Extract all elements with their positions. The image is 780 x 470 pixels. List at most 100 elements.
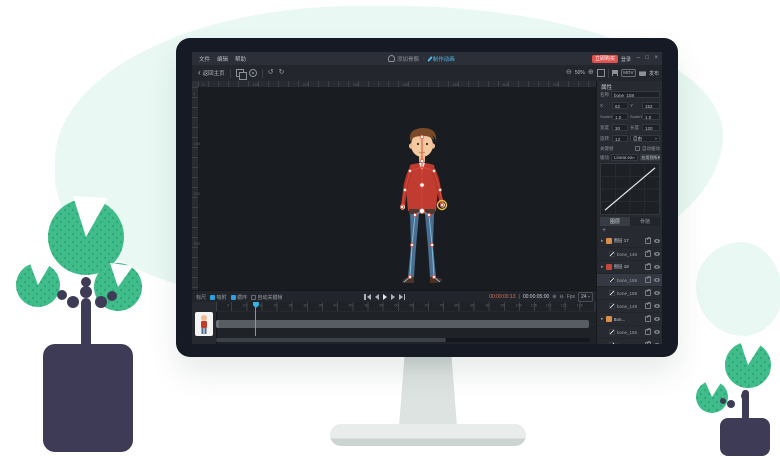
auto-keyframe-toggle[interactable]: 自动关键帧 — [251, 294, 283, 301]
scaley-field[interactable]: 1.0 — [642, 113, 660, 120]
frame-label: 95 — [500, 304, 504, 308]
apply-all-frames-button[interactable]: 应用到所有帧 — [640, 154, 660, 161]
timeline-scrollbar[interactable] — [216, 338, 590, 342]
layer-row[interactable]: ▸ 图层 17 — [597, 235, 662, 248]
layer-row[interactable]: bone_155 — [597, 326, 662, 339]
undo-icon[interactable]: ↺ — [268, 69, 274, 77]
eye-icon[interactable] — [654, 291, 660, 295]
ruler-label: 100 — [253, 82, 259, 86]
lock-icon[interactable] — [645, 277, 651, 283]
skip-start-button[interactable] — [364, 294, 371, 300]
length-field[interactable]: 120 — [642, 124, 660, 131]
export-video-icon[interactable] — [639, 71, 646, 76]
checkbox[interactable] — [231, 295, 236, 300]
y-field[interactable]: 152 — [642, 102, 660, 109]
buy-now-button[interactable]: 立即购买 — [592, 55, 618, 63]
lock-icon[interactable] — [645, 251, 651, 257]
zoom-out-icon[interactable]: ⊖ — [566, 69, 572, 77]
eye-icon[interactable] — [654, 343, 660, 344]
layer-row[interactable]: bone_144 — [597, 339, 662, 344]
play-button[interactable] — [383, 294, 387, 300]
checkbox[interactable] — [210, 295, 215, 300]
tab-layers[interactable]: 图层 — [600, 217, 630, 226]
redo-icon[interactable]: ↻ — [279, 69, 285, 77]
timeline[interactable]: 5101520253035404550556065707580859095100… — [192, 302, 596, 344]
ruler-label: 300 — [353, 82, 359, 86]
panel-tabs: 图层 骨骼 — [600, 217, 660, 226]
auto-ease-checkbox[interactable] — [635, 146, 640, 151]
layer-name: bone_149 — [617, 304, 643, 309]
fps-select[interactable]: 24 ▾ — [578, 292, 593, 302]
save-icon[interactable] — [612, 70, 618, 76]
zoom-in-icon[interactable]: ⊕ — [588, 69, 594, 77]
expand-arrow-icon[interactable]: ▸ — [601, 238, 604, 244]
login-link[interactable]: 登录 — [621, 56, 631, 63]
lock-icon[interactable] — [645, 303, 651, 309]
layer-row[interactable]: ▸ Bon... — [597, 313, 662, 326]
frame-label: 110 — [546, 304, 552, 308]
easing-curve-editor[interactable] — [600, 163, 660, 215]
snap-toggle[interactable]: 吸附 — [210, 294, 227, 301]
character-rig[interactable] — [386, 125, 458, 295]
layer-name: bone_146 — [617, 252, 643, 257]
timeline-zoom-in-icon[interactable]: ⊕ — [552, 294, 556, 300]
lock-icon[interactable] — [645, 316, 651, 322]
scrollbar-thumb[interactable] — [216, 338, 446, 342]
eye-icon[interactable] — [654, 330, 660, 334]
lock-icon[interactable] — [645, 290, 651, 296]
eye-icon[interactable] — [654, 278, 660, 282]
eye-icon[interactable] — [654, 304, 660, 308]
layer-row[interactable]: bone_149 — [597, 300, 662, 313]
lock-icon[interactable] — [645, 342, 651, 344]
eye-icon[interactable] — [654, 265, 660, 269]
step-forward-button[interactable] — [391, 294, 395, 300]
layer-row[interactable]: bone_159 — [597, 287, 662, 300]
canvas[interactable]: 0100200300400500600700 0100200300 — [192, 81, 596, 290]
back-home-button[interactable]: ‹ 返回主页 — [198, 69, 225, 77]
loop-toggle[interactable]: 循环 — [231, 294, 248, 301]
eye-icon[interactable] — [654, 317, 660, 321]
step-add-bones[interactable]: 添加骨骼 — [388, 55, 419, 63]
close-button[interactable]: × — [654, 55, 658, 62]
layer-row[interactable]: ▸ 图层 18 — [597, 261, 662, 274]
add-layer-icon[interactable]: + — [602, 228, 606, 234]
maximize-button[interactable]: □ — [645, 55, 649, 62]
layer-row-selected[interactable]: bone_158 — [597, 274, 662, 287]
lock-icon[interactable] — [645, 264, 651, 270]
rotation-field[interactable]: 13 — [612, 135, 628, 142]
bone-tool-icon[interactable] — [249, 69, 257, 77]
eye-icon[interactable] — [654, 252, 660, 256]
expand-arrow-icon[interactable]: ▸ — [601, 316, 604, 322]
workflow-steps: 添加骨骼 › 制作动画 — [388, 52, 455, 65]
menu-edit[interactable]: 编辑 — [217, 55, 228, 63]
layer-row[interactable]: bone_146 — [597, 248, 662, 261]
eye-icon[interactable] — [654, 239, 660, 243]
easing-select[interactable]: Linear.easeNone ▾ — [611, 154, 638, 161]
x-field[interactable]: 62 — [612, 102, 628, 109]
mode-select[interactable]: 自由 ▾ — [630, 135, 660, 142]
timeline-zoom-out-icon[interactable]: ⊖ — [559, 294, 563, 300]
step-back-button[interactable] — [375, 294, 379, 300]
export-format-chip[interactable]: MOV — [621, 69, 636, 77]
lock-icon[interactable] — [645, 329, 651, 335]
scene-thumbnail[interactable] — [195, 312, 213, 336]
publish-button[interactable]: 发布 — [649, 70, 659, 77]
minimize-button[interactable]: – — [637, 55, 640, 62]
playhead[interactable] — [255, 302, 256, 336]
tab-bones[interactable]: 骨骼 — [630, 217, 660, 226]
expand-arrow-icon[interactable]: ▸ — [601, 264, 604, 270]
step-make-animation[interactable]: 制作动画 — [429, 55, 455, 63]
ruler-toggle[interactable]: 标尺 — [196, 294, 206, 301]
menu-help[interactable]: 帮助 — [235, 55, 246, 63]
name-field[interactable]: bone_158 — [611, 91, 660, 98]
width-field[interactable]: 30 — [612, 124, 628, 131]
skip-end-button[interactable] — [399, 294, 406, 300]
fit-screen-icon[interactable] — [597, 69, 605, 77]
duplicate-icon[interactable] — [236, 69, 244, 77]
menu-file[interactable]: 文件 — [199, 55, 210, 63]
checkbox[interactable] — [251, 295, 256, 300]
timeline-tracks[interactable] — [216, 311, 596, 336]
animation-clip[interactable] — [216, 320, 589, 328]
lock-icon[interactable] — [645, 238, 651, 244]
scalex-field[interactable]: 1.0 — [612, 113, 628, 120]
